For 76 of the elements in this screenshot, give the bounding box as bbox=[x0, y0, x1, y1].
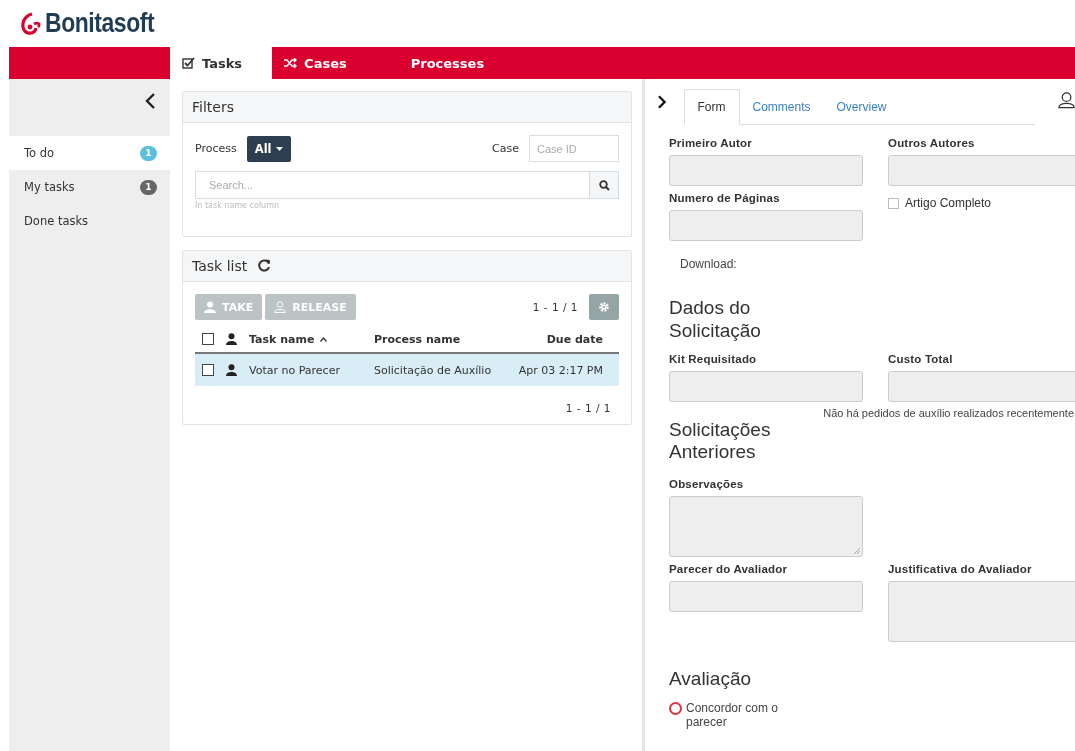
table-cell-text: Solicitação de Auxílio bbox=[374, 363, 493, 377]
process-label: Process bbox=[195, 142, 237, 155]
section-heading: Avaliação bbox=[669, 668, 753, 691]
radio-label: Concordor com o parecer bbox=[686, 701, 780, 730]
field-label: Kit Requisitado bbox=[669, 352, 758, 365]
field-label: Custo Total bbox=[888, 352, 954, 365]
sidebar-item[interactable]: My tasks 1 bbox=[9, 170, 170, 204]
checkbox-label: Artigo Completo bbox=[905, 196, 992, 210]
column-header[interactable]: Due date bbox=[546, 332, 603, 346]
input-field[interactable] bbox=[888, 370, 1075, 402]
field-label: Observações bbox=[669, 478, 745, 491]
input-field[interactable] bbox=[669, 210, 863, 241]
download-label: Download: bbox=[679, 256, 738, 271]
panel-title: Task list bbox=[192, 258, 248, 274]
person-outline-icon bbox=[274, 301, 287, 313]
person-icon bbox=[226, 333, 237, 345]
logo: Bonitasoft bbox=[20, 8, 174, 39]
sidebar-label: To do bbox=[24, 146, 55, 160]
count-badge: 1 bbox=[140, 145, 157, 161]
panel-title: Filters bbox=[192, 99, 234, 115]
resize-grip-icon bbox=[854, 548, 860, 555]
column-header[interactable]: Process name bbox=[374, 332, 535, 346]
select-all-checkbox[interactable] bbox=[202, 333, 214, 345]
pagination-text: 1 - 1 / 1 bbox=[532, 301, 578, 313]
section-heading: Dados do Solicitação bbox=[669, 297, 762, 343]
pagination-text: 1 - 1 / 1 bbox=[565, 402, 611, 414]
refresh-icon[interactable] bbox=[257, 259, 272, 273]
settings-icon bbox=[598, 301, 610, 313]
input-field[interactable] bbox=[669, 155, 863, 186]
tab[interactable]: Comments bbox=[739, 89, 824, 124]
nav-tab[interactable]: Processes bbox=[376, 47, 515, 79]
text-area[interactable] bbox=[888, 581, 1075, 643]
nav-tab[interactable]: Tasks bbox=[170, 47, 273, 79]
checkbox-icon bbox=[182, 57, 195, 69]
field-label: Parecer do Avaliador bbox=[669, 563, 789, 576]
count-badge: 1 bbox=[140, 179, 157, 195]
nav-tab[interactable]: Cases bbox=[272, 47, 377, 79]
sidebar-label: My tasks bbox=[24, 180, 75, 194]
row-checkbox[interactable] bbox=[202, 364, 214, 376]
search-field[interactable]: Search... bbox=[195, 171, 589, 199]
case-id-field[interactable]: Case ID bbox=[529, 135, 619, 162]
chevron-left-icon[interactable] bbox=[144, 92, 156, 110]
tab[interactable]: Form bbox=[683, 89, 740, 125]
input-field[interactable] bbox=[669, 581, 863, 613]
person-icon bbox=[226, 364, 237, 376]
tab[interactable]: Overview bbox=[823, 89, 900, 124]
table-cell-text: Votar no Parecer bbox=[249, 363, 341, 377]
field-label: Outros Autores bbox=[888, 137, 976, 149]
empty-message: Não há pedidos de auxílio realizados recentemente bbox=[823, 406, 1074, 419]
field-label: Justificativa do Avaliador bbox=[888, 563, 1033, 576]
search-button[interactable] bbox=[589, 171, 619, 199]
checkbox[interactable] bbox=[888, 197, 899, 209]
radio-button[interactable] bbox=[669, 702, 682, 715]
section-heading: Solicitações Anteriores bbox=[669, 418, 772, 465]
field-label: Primeiro Autor bbox=[669, 137, 753, 149]
chevron-right-icon[interactable] bbox=[657, 94, 667, 110]
person-icon bbox=[204, 301, 216, 313]
input-field[interactable] bbox=[669, 370, 863, 402]
sidebar-label: Done tasks bbox=[24, 214, 89, 228]
text-area[interactable] bbox=[669, 496, 863, 558]
table-cell: Apr 03 2:17 PM bbox=[518, 363, 603, 377]
caret-icon bbox=[275, 146, 283, 151]
shuffle-icon bbox=[284, 58, 298, 68]
process-dropdown[interactable]: All bbox=[246, 135, 291, 162]
column-header[interactable]: Task name bbox=[249, 332, 362, 346]
sidebar-item[interactable]: Done tasks bbox=[9, 204, 170, 238]
search-hint: In task name column bbox=[195, 201, 281, 210]
case-label: Case bbox=[492, 142, 519, 155]
settings-button[interactable] bbox=[589, 294, 619, 320]
sidebar-item[interactable]: To do 1 bbox=[9, 136, 170, 170]
input-field[interactable] bbox=[888, 155, 1075, 186]
field-label: Numero de Páginas bbox=[669, 192, 781, 204]
logo-icon bbox=[20, 11, 42, 36]
user-icon[interactable] bbox=[1057, 91, 1075, 109]
task-row[interactable]: Votar no Parecer Solicitação de Auxílio Apr 03 2:17 PM bbox=[195, 354, 619, 386]
search-icon bbox=[598, 179, 610, 191]
